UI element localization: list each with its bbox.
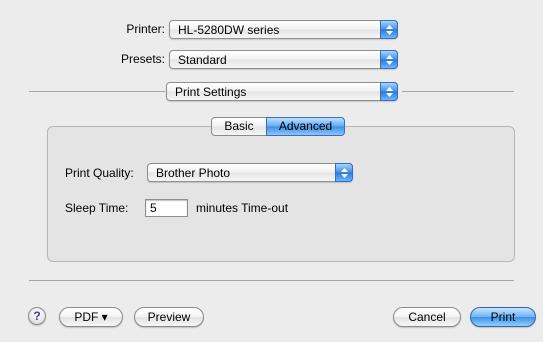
- popup-arrows-icon: [380, 82, 398, 101]
- cancel-button[interactable]: Cancel: [393, 307, 461, 327]
- tab-advanced[interactable]: Advanced: [266, 117, 345, 136]
- bottom-separator: [29, 280, 514, 281]
- presets-label: Presets:: [120, 52, 165, 66]
- settings-groupbox: [47, 126, 515, 262]
- separator-left: [29, 91, 165, 92]
- popup-arrows-icon: [380, 20, 398, 39]
- section-value: Print Settings: [175, 85, 247, 99]
- separator-right: [402, 91, 514, 92]
- popup-arrows-icon: [380, 50, 398, 69]
- print-quality-label: Print Quality:: [65, 166, 134, 180]
- printer-popup[interactable]: HL-5280DW series: [169, 20, 398, 39]
- sleep-time-suffix: minutes Time-out: [196, 201, 289, 215]
- printer-value: HL-5280DW series: [178, 23, 280, 37]
- print-quality-popup[interactable]: Brother Photo: [147, 163, 353, 182]
- sleep-time-field[interactable]: 5: [145, 199, 188, 217]
- presets-popup[interactable]: Standard: [169, 50, 398, 69]
- preview-button[interactable]: Preview: [134, 307, 204, 327]
- tab-basic[interactable]: Basic: [211, 117, 267, 136]
- help-button[interactable]: ?: [28, 307, 46, 325]
- popup-arrows-icon: [335, 163, 353, 182]
- printer-label: Printer:: [126, 22, 165, 36]
- section-popup[interactable]: Print Settings: [166, 82, 398, 101]
- sleep-time-label: Sleep Time:: [65, 201, 129, 215]
- print-button[interactable]: Print: [470, 307, 536, 327]
- pdf-button[interactable]: PDF ▾: [59, 307, 123, 327]
- print-quality-value: Brother Photo: [156, 166, 231, 180]
- presets-value: Standard: [178, 53, 227, 67]
